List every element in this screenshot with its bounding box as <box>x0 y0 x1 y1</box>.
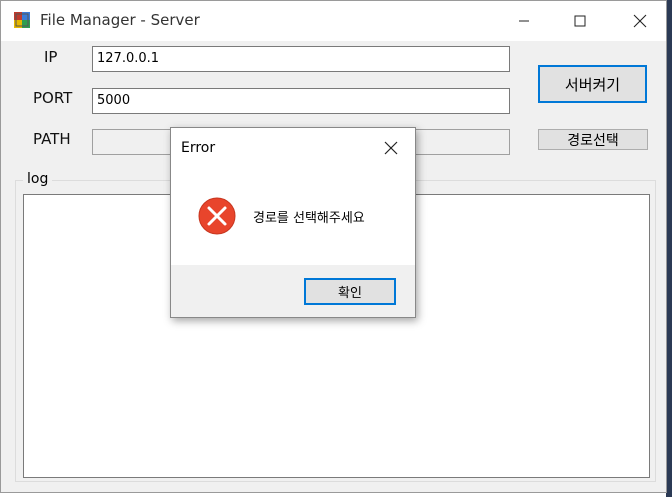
dialog-close-button[interactable] <box>377 136 405 160</box>
dialog-title: Error <box>181 140 216 156</box>
select-path-button[interactable]: 경로선택 <box>538 129 648 150</box>
minimize-button[interactable] <box>501 1 547 41</box>
minimize-icon <box>519 20 529 22</box>
port-input[interactable]: 5000 <box>92 88 510 114</box>
ip-label: IP <box>44 48 58 66</box>
maximize-icon <box>574 15 586 27</box>
title-bar[interactable]: File Manager - Server <box>1 1 666 41</box>
close-button[interactable] <box>617 1 663 41</box>
close-icon <box>384 141 398 155</box>
window-title: File Manager - Server <box>40 11 200 29</box>
dialog-message: 경로를 선택해주세요 <box>253 211 365 226</box>
path-label: PATH <box>33 130 71 148</box>
log-group-label: log <box>23 171 53 187</box>
maximize-button[interactable] <box>557 1 603 41</box>
port-label: PORT <box>33 89 73 107</box>
ok-button[interactable]: 확인 <box>304 278 396 305</box>
error-dialog: Error 경로를 선택해주세요 확인 <box>170 127 416 318</box>
close-icon <box>633 14 647 28</box>
start-server-button[interactable]: 서버켜기 <box>538 65 647 103</box>
ip-input[interactable]: 127.0.0.1 <box>92 46 510 72</box>
error-icon <box>198 197 236 235</box>
app-icon <box>14 12 30 28</box>
